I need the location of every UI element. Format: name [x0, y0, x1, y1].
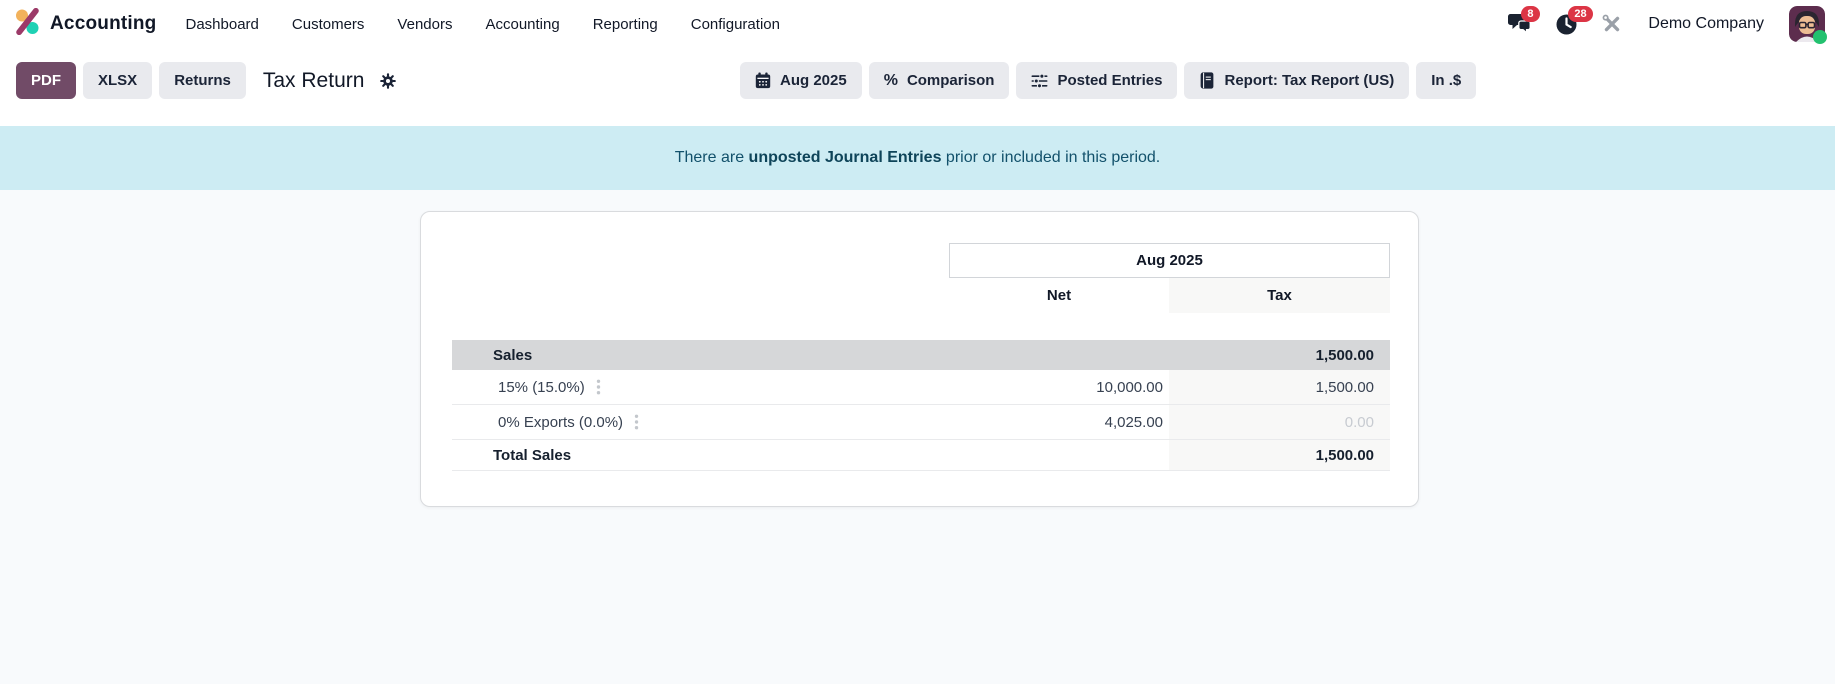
table-row-total-sales: Total Sales 1,500.00 [452, 440, 1390, 471]
sliders-icon [1031, 73, 1048, 89]
row-label-text: 15% (15.0%) [498, 378, 585, 396]
tax-column-header: Tax [1169, 278, 1390, 313]
period-column-header: Aug 2025 [949, 243, 1390, 278]
accounting-app-icon [14, 7, 41, 40]
banner-text-prefix: There are [674, 149, 749, 166]
comparison-filter-button[interactable]: % Comparison [868, 62, 1010, 99]
control-panel: PDF XLSX Returns Tax Return Aug 2025 % C… [0, 48, 1835, 126]
messages-icon[interactable]: 8 [1508, 6, 1540, 35]
row-label: Sales [493, 346, 533, 364]
report-variant-filter-button[interactable]: Report: Tax Report (US) [1184, 62, 1410, 99]
report-filters: Aug 2025 % Comparison Posted Entries Rep… [740, 62, 1477, 99]
report-actions: PDF XLSX Returns Tax Return [16, 62, 397, 99]
period-filter-button[interactable]: Aug 2025 [740, 62, 862, 99]
net-column-header: Net [1046, 287, 1072, 304]
returns-button[interactable]: Returns [159, 62, 246, 99]
banner-text: There are unposted Journal Entries prior… [675, 149, 1161, 167]
menu-accounting[interactable]: Accounting [483, 12, 561, 37]
menu-configuration[interactable]: Configuration [689, 12, 782, 37]
activities-badge: 28 [1568, 5, 1593, 22]
period-filter-label: Aug 2025 [780, 72, 847, 89]
navbar-systray: 8 28 Demo Company [1508, 5, 1827, 44]
subcolumn-headers: Net Tax [949, 278, 1390, 313]
row-actions-kebab-icon[interactable] [634, 414, 639, 430]
posted-entries-filter-button[interactable]: Posted Entries [1016, 62, 1178, 99]
report-variant-filter-label: Report: Tax Report (US) [1224, 72, 1395, 89]
xlsx-button[interactable]: XLSX [83, 62, 153, 99]
table-row-sales-section[interactable]: Sales 1,500.00 [452, 340, 1390, 370]
currency-filter-label: In .$ [1431, 72, 1462, 89]
online-status-dot [1813, 30, 1827, 44]
row-actions-kebab-icon[interactable] [596, 379, 601, 395]
tax-report-card: Aug 2025 Net Tax Sales 1,500.00 15% (15.… [420, 211, 1419, 507]
calendar-icon [755, 72, 771, 89]
app-switcher[interactable]: Accounting [14, 7, 157, 40]
currency-filter-button[interactable]: In .$ [1416, 62, 1477, 99]
activities-clock-icon[interactable]: 28 [1555, 5, 1593, 36]
row-label: Total Sales [493, 446, 572, 464]
row-label: 15% (15.0%) [452, 370, 949, 404]
comparison-filter-label: Comparison [906, 72, 995, 89]
row-label-text: 0% Exports (0.0%) [498, 413, 624, 431]
top-navbar: Accounting Dashboard Customers Vendors A… [0, 0, 1835, 48]
menu-dashboard[interactable]: Dashboard [184, 12, 261, 37]
report-settings-gear-icon[interactable] [379, 72, 397, 90]
app-name: Accounting [50, 13, 157, 34]
odoo-accounting-screen: Accounting Dashboard Customers Vendors A… [0, 0, 1835, 684]
row-tax-value[interactable]: 1,500.00 [1169, 370, 1390, 404]
page-title: Tax Return [262, 68, 365, 92]
row-net-value [949, 440, 1169, 470]
row-label: 0% Exports (0.0%) [452, 405, 949, 439]
book-icon [1199, 72, 1215, 89]
menu-customers[interactable]: Customers [290, 12, 367, 37]
percent-icon: % [883, 71, 898, 89]
row-net-value[interactable]: 4,025.00 [949, 405, 1169, 439]
main-menu: Dashboard Customers Vendors Accounting R… [184, 12, 782, 37]
table-row-tax-0-exports: 0% Exports (0.0%) 4,025.00 0.00 [452, 405, 1390, 440]
debug-tools-icon[interactable] [1601, 13, 1623, 35]
unposted-journal-entries-link[interactable]: unposted Journal Entries [749, 149, 942, 166]
pdf-button[interactable]: PDF [16, 62, 76, 99]
messages-badge: 8 [1521, 6, 1540, 22]
posted-entries-filter-label: Posted Entries [1057, 72, 1163, 89]
company-switcher[interactable]: Demo Company [1648, 15, 1764, 33]
unposted-entries-banner: There are unposted Journal Entries prior… [0, 126, 1835, 190]
row-tax-value[interactable]: 1,500.00 [1169, 440, 1390, 470]
banner-text-suffix: prior or included in this period. [941, 149, 1161, 166]
row-tax-value[interactable]: 0.00 [1169, 405, 1390, 439]
row-net-value[interactable]: 10,000.00 [949, 370, 1169, 404]
table-row-tax-15: 15% (15.0%) 10,000.00 1,500.00 [452, 370, 1390, 405]
menu-reporting[interactable]: Reporting [591, 12, 660, 37]
user-avatar[interactable] [1789, 6, 1827, 44]
tax-report-table: Sales 1,500.00 15% (15.0%) 10,000.00 1,5… [452, 340, 1390, 471]
row-net-value [949, 340, 1169, 370]
menu-vendors[interactable]: Vendors [395, 12, 454, 37]
row-tax-value[interactable]: 1,500.00 [1169, 340, 1390, 370]
